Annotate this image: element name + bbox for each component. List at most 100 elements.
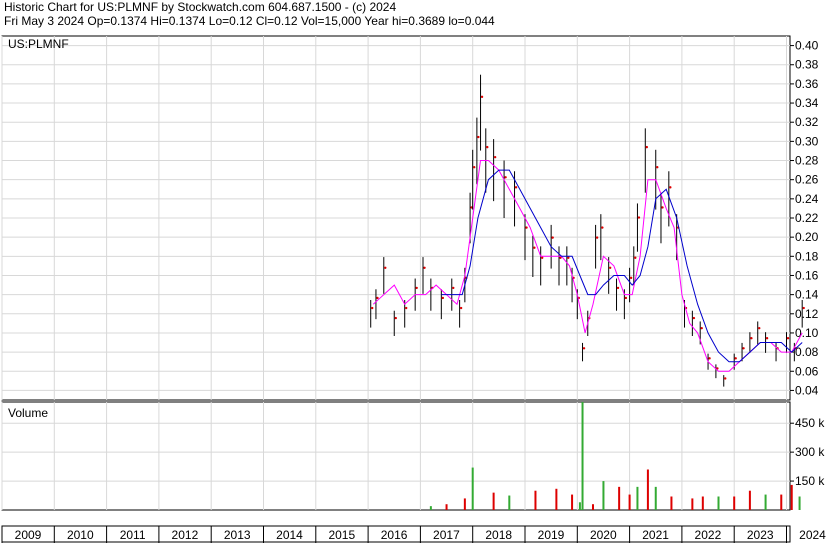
close-dot xyxy=(669,186,672,189)
stock-chart: 2009 2010 2011 2012 2013 2014 2015 2016 2017 2018… xyxy=(1,35,826,543)
y-tick-label: 0.08 xyxy=(795,345,819,359)
close-dot xyxy=(525,226,528,229)
y-tick-label: 0.20 xyxy=(795,230,819,244)
close-dot xyxy=(441,296,445,300)
volume-bar xyxy=(654,486,657,510)
y-tick-label: 0.06 xyxy=(795,364,819,378)
close-dot xyxy=(608,266,612,270)
x-tick-label: 2013 xyxy=(224,528,251,542)
close-dot xyxy=(384,266,387,270)
close-dot xyxy=(616,286,620,290)
close-dot xyxy=(634,256,637,259)
close-dot xyxy=(624,296,628,300)
x-tick-label: 2019 xyxy=(538,528,565,542)
y-tick-label: 0.14 xyxy=(795,288,819,302)
y-tick-label: 0.24 xyxy=(795,192,819,206)
volume-bar xyxy=(636,486,639,510)
close-dot xyxy=(765,337,769,340)
y-tick-label: 0.16 xyxy=(795,268,819,282)
y-tick-label: 0.40 xyxy=(795,39,819,53)
close-dot xyxy=(480,95,484,99)
x-tick-label: 2010 xyxy=(67,528,94,542)
close-dot xyxy=(559,256,562,259)
y-tick-label: 0.10 xyxy=(795,326,819,340)
volume-bar xyxy=(717,496,720,510)
volume-tick-label: 300 k xyxy=(795,445,825,459)
close-dot xyxy=(493,155,497,159)
volume-bar xyxy=(534,490,537,510)
volume-bar xyxy=(701,496,704,510)
y-tick-label: 0.18 xyxy=(795,249,819,263)
volume-bar xyxy=(628,494,631,510)
volume-bar xyxy=(571,494,574,510)
volume-panel-title: Volume xyxy=(8,406,48,420)
y-tick-label: 0.28 xyxy=(795,154,819,168)
volume-bar xyxy=(764,494,767,510)
volume-bar xyxy=(602,481,605,510)
close-dot xyxy=(656,166,659,169)
x-tick-label: 2011 xyxy=(120,528,146,542)
close-dot xyxy=(514,186,518,189)
y-tick-label: 0.26 xyxy=(795,173,819,187)
close-dot xyxy=(742,347,745,350)
volume-bar xyxy=(748,490,751,510)
close-dot xyxy=(486,145,489,149)
volume-bar xyxy=(780,494,783,510)
close-dot xyxy=(540,256,544,259)
volume-tick-label: 450 k xyxy=(795,416,825,430)
volume-tick-label: 150 k xyxy=(795,474,825,488)
close-dot xyxy=(533,246,536,249)
y-tick-label: 0.12 xyxy=(795,307,819,321)
y-tick-label: 0.22 xyxy=(795,211,819,225)
volume-bar xyxy=(581,402,584,510)
close-dot xyxy=(473,166,476,169)
close-dot xyxy=(629,276,633,280)
volume-bar xyxy=(618,486,621,510)
close-dot xyxy=(376,296,379,300)
volume-bar xyxy=(670,496,673,510)
volume-bar xyxy=(463,498,466,510)
close-dot xyxy=(394,316,397,320)
close-dot xyxy=(595,236,599,239)
close-dot xyxy=(758,326,761,330)
volume-bar xyxy=(646,469,649,510)
x-tick-label: 2016 xyxy=(381,528,408,542)
x-tick-label: 2014 xyxy=(276,528,303,542)
close-dot xyxy=(551,236,554,239)
close-dot xyxy=(708,357,711,360)
volume-bar xyxy=(733,496,736,510)
close-dot xyxy=(504,176,507,179)
volume-bar xyxy=(798,496,801,510)
volume-bar xyxy=(471,467,474,510)
x-tick-label: 2024 xyxy=(799,528,826,542)
y-tick-label: 0.34 xyxy=(795,96,819,110)
close-dot xyxy=(477,135,480,139)
close-dot xyxy=(724,377,727,380)
x-tick-label: 2018 xyxy=(485,528,512,542)
volume-bar xyxy=(691,498,694,510)
close-dot xyxy=(750,337,753,340)
close-dot xyxy=(786,337,790,340)
close-dot xyxy=(415,286,418,290)
close-dot xyxy=(734,357,737,360)
y-tick-label: 0.30 xyxy=(795,134,819,148)
x-tick-label: 2023 xyxy=(747,528,774,542)
y-tick-label: 0.38 xyxy=(795,58,819,72)
close-dot xyxy=(700,326,703,330)
x-tick-label: 2017 xyxy=(433,528,460,542)
close-dot xyxy=(567,256,570,259)
x-tick-label: 2020 xyxy=(590,528,617,542)
close-dot xyxy=(423,266,426,270)
volume-bar xyxy=(591,504,594,510)
volume-bar xyxy=(578,502,581,510)
price-panel-title: US:PLMNF xyxy=(8,37,69,51)
volume-bar xyxy=(492,492,495,510)
close-dot xyxy=(661,206,664,209)
close-dot xyxy=(371,306,374,310)
volume-bar xyxy=(445,504,448,510)
y-tick-label: 0.36 xyxy=(795,77,819,91)
y-tick-label: 0.04 xyxy=(795,383,819,397)
x-tick-label: 2009 xyxy=(15,528,42,542)
volume-panel xyxy=(1,401,791,511)
x-tick-label: 2015 xyxy=(328,528,355,542)
